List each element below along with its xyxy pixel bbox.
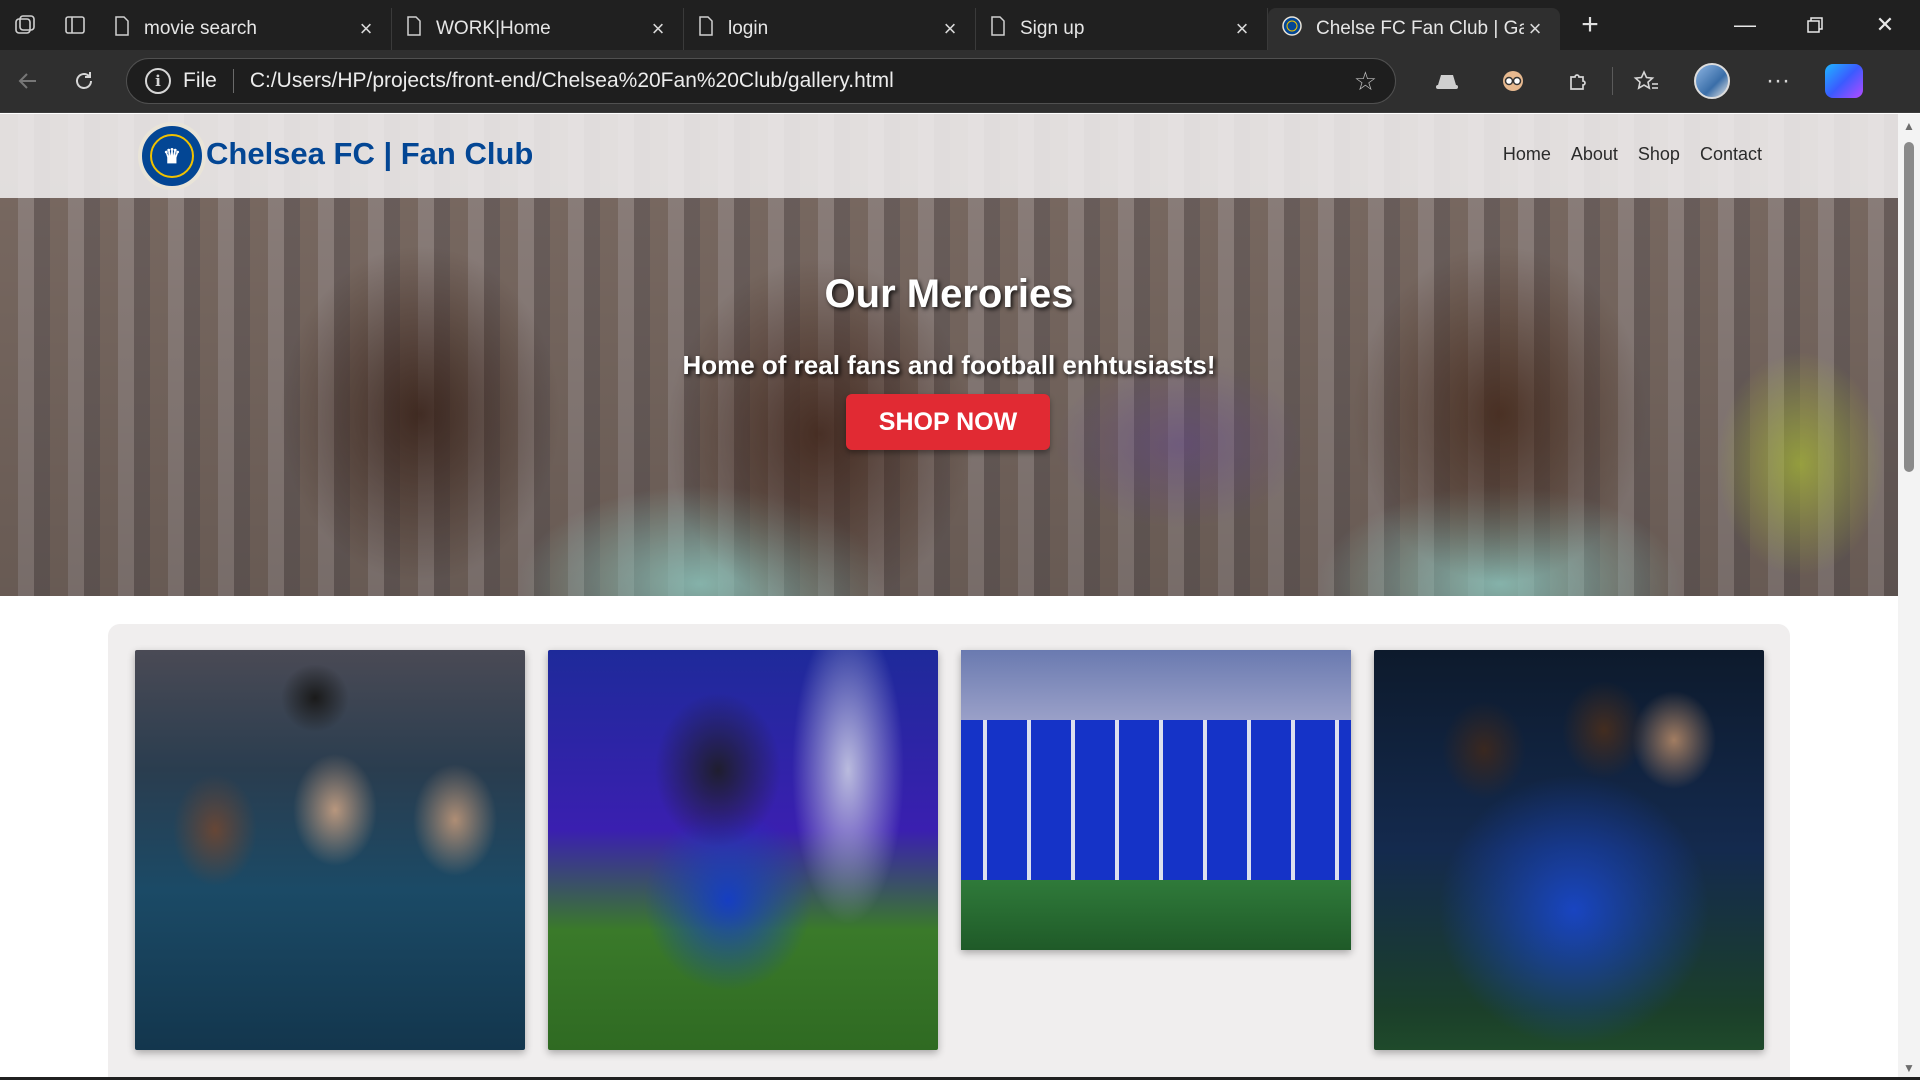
favorites-icon[interactable] — [1613, 56, 1679, 106]
nav-about[interactable]: About — [1571, 144, 1618, 165]
page-scrollbar[interactable]: ▲ ▼ — [1898, 114, 1920, 1080]
tab-title: WORK|Home — [436, 18, 551, 39]
address-bar[interactable]: i File C:/Users/HP/projects/front-end/Ch… — [126, 58, 1396, 104]
hero-banner: ♛ Chelsea FC | Fan Club Home About Shop … — [0, 114, 1898, 596]
photo-gallery — [108, 624, 1790, 1080]
tab-login[interactable]: login × — [684, 8, 976, 50]
gallery-photo-trophy-celebration[interactable] — [135, 650, 525, 1050]
tab-title: login — [728, 18, 769, 39]
browser-tab-bar: movie search × WORK|Home × login × Sign … — [0, 0, 1920, 50]
chelsea-favicon-icon — [1282, 16, 1302, 42]
close-icon[interactable]: × — [1524, 16, 1546, 41]
more-options-icon[interactable]: ··· — [1745, 56, 1811, 106]
url-text[interactable]: C:/Users/HP/projects/front-end/Chelsea%2… — [250, 69, 1354, 93]
lion-icon: ♛ — [150, 134, 194, 178]
toolbar-extensions: ··· — [1414, 56, 1877, 106]
tab-sign-up[interactable]: Sign up × — [976, 8, 1268, 50]
page-icon — [990, 16, 1006, 42]
tab-title: movie search — [144, 18, 257, 39]
scroll-down-arrow-icon[interactable]: ▼ — [1898, 1058, 1920, 1078]
page-icon — [698, 16, 714, 42]
site-header: ♛ Chelsea FC | Fan Club Home About Shop … — [0, 114, 1898, 198]
close-icon[interactable]: × — [355, 16, 377, 41]
gallery-photo-kneeling-player[interactable] — [548, 650, 938, 1050]
hero-subtitle: Home of real fans and football enhtusias… — [682, 350, 1216, 380]
favorite-star-icon[interactable]: ☆ — [1354, 66, 1377, 97]
url-scheme-label: File — [183, 69, 217, 92]
tab-chelsea-gallery[interactable]: Chelse FC Fan Club | Galle × — [1268, 8, 1560, 50]
url-divider — [232, 69, 234, 93]
nav-home[interactable]: Home — [1503, 144, 1551, 165]
vertical-tabs-icon[interactable] — [50, 0, 100, 50]
reload-icon[interactable] — [56, 56, 112, 106]
page-viewport: ♛ Chelsea FC | Fan Club Home About Shop … — [0, 114, 1898, 1080]
page-icon — [406, 16, 422, 42]
new-tab-button[interactable]: + — [1568, 3, 1612, 47]
scroll-up-arrow-icon[interactable]: ▲ — [1898, 116, 1920, 136]
nav-shop[interactable]: Shop — [1638, 144, 1680, 165]
extension-hat-icon[interactable] — [1414, 56, 1480, 106]
gallery-photo-team-lineup[interactable] — [961, 650, 1351, 950]
scrollbar-thumb[interactable] — [1904, 142, 1914, 472]
restore-icon[interactable] — [1780, 0, 1850, 50]
nav-contact[interactable]: Contact — [1700, 144, 1762, 165]
copilot-icon[interactable] — [1811, 56, 1877, 106]
window-controls: — ✕ — [1710, 0, 1920, 50]
extensions-puzzle-icon[interactable] — [1546, 56, 1612, 106]
page-icon — [114, 16, 130, 42]
hero-title: Our Merories — [824, 272, 1074, 316]
profile-avatar[interactable] — [1679, 56, 1745, 106]
site-brand[interactable]: Chelsea FC | Fan Club — [206, 136, 533, 172]
tab-title: Chelse FC Fan Club | Galle — [1316, 18, 1524, 39]
tab-title: Sign up — [1020, 18, 1085, 39]
gallery-photo-players-celebrating[interactable] — [1374, 650, 1764, 1050]
workspaces-icon[interactable] — [0, 0, 50, 50]
back-arrow-icon[interactable] — [0, 56, 56, 106]
close-icon[interactable]: × — [1231, 16, 1253, 41]
minimize-icon[interactable]: — — [1710, 0, 1780, 50]
site-info-icon[interactable]: i — [145, 68, 171, 94]
close-icon[interactable]: × — [647, 16, 669, 41]
browser-toolbar: i File C:/Users/HP/projects/front-end/Ch… — [0, 50, 1920, 113]
tab-work-home[interactable]: WORK|Home × — [392, 8, 684, 50]
close-window-icon[interactable]: ✕ — [1850, 0, 1920, 50]
chelsea-crest-logo[interactable]: ♛ — [138, 122, 206, 190]
site-nav: Home About Shop Contact — [1503, 144, 1762, 165]
extension-glasses-icon[interactable] — [1480, 56, 1546, 106]
shop-now-button[interactable]: SHOP NOW — [846, 394, 1050, 450]
tab-movie-search[interactable]: movie search × — [100, 8, 392, 50]
close-icon[interactable]: × — [939, 16, 961, 41]
